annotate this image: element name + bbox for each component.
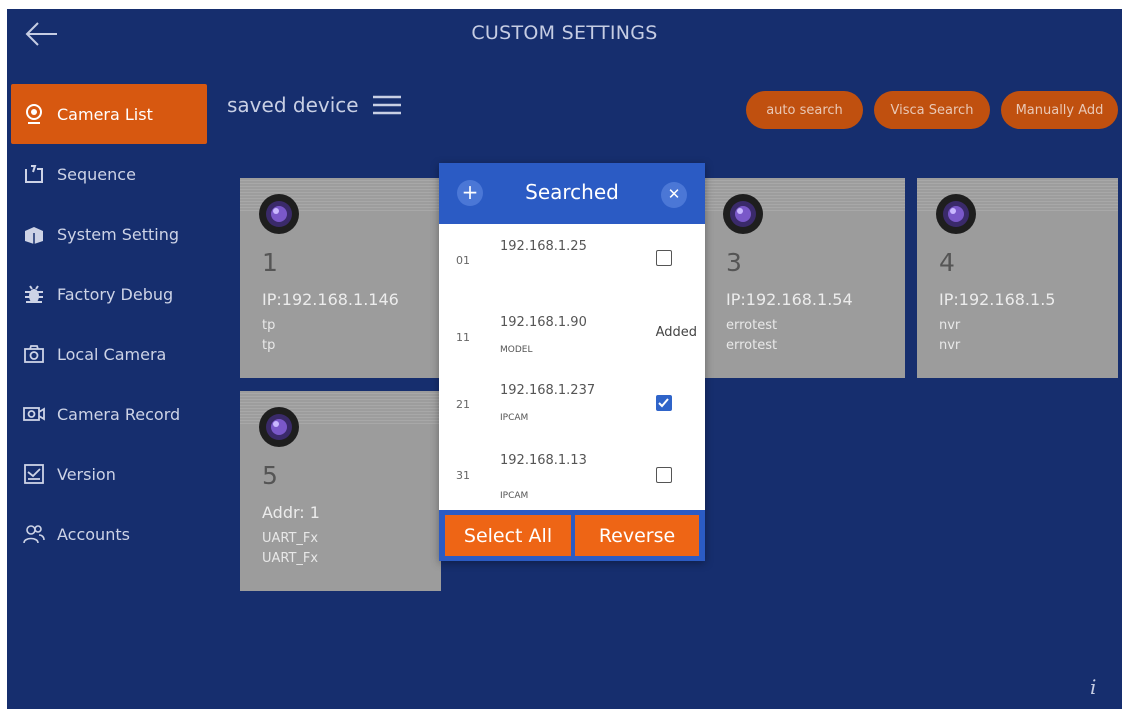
row-checkbox[interactable]: [656, 467, 672, 483]
row-model: IPCAM: [500, 413, 529, 423]
sidebar-item-sequence[interactable]: Sequence: [11, 144, 207, 204]
row-index: 01: [456, 254, 470, 267]
list-item[interactable]: 31 192.168.1.13 IPCAM: [439, 439, 705, 509]
sidebar-item-camera-record[interactable]: Camera Record: [11, 384, 207, 444]
card-address: Addr: 1: [262, 503, 320, 522]
top-bar: CUSTOM SETTINGS: [7, 9, 1122, 59]
manually-add-button[interactable]: Manually Add: [1001, 91, 1118, 129]
camera-card[interactable]: 1 IP:192.168.1.146 tp tp: [240, 178, 441, 378]
check-icon: [658, 398, 669, 408]
camera-lens-icon: [259, 194, 299, 234]
camera-lens-icon: [936, 194, 976, 234]
searched-dialog: + Searched ✕ 01 192.168.1.25 11 192.168.…: [439, 163, 705, 561]
row-checkbox[interactable]: [656, 395, 672, 411]
card-number: 4: [939, 248, 955, 277]
list-item[interactable]: 21 192.168.1.237 IPCAM: [439, 369, 705, 439]
reverse-button[interactable]: Reverse: [575, 515, 699, 556]
card-line-1: UART_Fx: [262, 531, 319, 546]
card-ip: IP:192.168.1.5: [939, 290, 1056, 309]
card-line-2: UART_Fx: [262, 551, 319, 566]
sidebar-item-label: Local Camera: [57, 344, 167, 364]
visca-search-button[interactable]: Visca Search: [874, 91, 990, 129]
card-number: 1: [262, 248, 278, 277]
row-ip: 192.168.1.13: [500, 453, 587, 468]
card-line-2: tp: [262, 338, 276, 353]
select-all-button[interactable]: Select All: [445, 515, 571, 556]
record-icon: [23, 403, 45, 425]
sidebar-item-version[interactable]: Version: [11, 444, 207, 504]
sidebar-item-system-setting[interactable]: System Setting: [11, 204, 207, 264]
row-ip: 192.168.1.237: [500, 383, 596, 398]
row-index: 21: [456, 398, 470, 411]
dialog-header: + Searched ✕: [439, 163, 705, 224]
camera-card[interactable]: 5 Addr: 1 UART_Fx UART_Fx: [240, 391, 441, 591]
card-ip: IP:192.168.1.54: [726, 290, 853, 309]
camera-lens-icon: [723, 194, 763, 234]
menu-icon[interactable]: [371, 94, 403, 116]
card-ip: IP:192.168.1.146: [262, 290, 399, 309]
app-screen: CUSTOM SETTINGS Camera List Sequence Sys…: [7, 9, 1122, 709]
sequence-icon: [23, 163, 45, 185]
saved-device-header: saved device: [227, 93, 403, 117]
row-index: 31: [456, 469, 470, 482]
search-result-list: 01 192.168.1.25 11 192.168.1.90 MODEL Ad…: [439, 224, 705, 510]
sidebar: Camera List Sequence System Setting Fact…: [11, 84, 207, 564]
sidebar-item-factory-debug[interactable]: Factory Debug: [11, 264, 207, 324]
row-checkbox[interactable]: [656, 250, 672, 266]
info-icon[interactable]: i: [1090, 675, 1114, 699]
card-line-1: tp: [262, 318, 276, 333]
row-status: Added: [655, 325, 697, 340]
sidebar-item-camera-list[interactable]: Camera List: [11, 84, 207, 144]
webcam-icon: [23, 103, 45, 125]
row-model: MODEL: [500, 345, 533, 355]
card-line-1: nvr: [939, 318, 961, 333]
close-icon[interactable]: ✕: [661, 182, 687, 208]
row-ip: 192.168.1.25: [500, 239, 587, 254]
row-ip: 192.168.1.90: [500, 315, 587, 330]
card-line-2: errotest: [726, 338, 778, 353]
page-title: CUSTOM SETTINGS: [471, 22, 658, 44]
sidebar-item-label: Accounts: [57, 524, 130, 544]
sidebar-item-local-camera[interactable]: Local Camera: [11, 324, 207, 384]
sidebar-item-accounts[interactable]: Accounts: [11, 504, 207, 564]
users-icon: [23, 523, 45, 545]
camera-card[interactable]: 4 IP:192.168.1.5 nvr nvr: [917, 178, 1118, 378]
card-line-2: nvr: [939, 338, 961, 353]
list-item[interactable]: 11 192.168.1.90 MODEL Added: [439, 301, 705, 371]
card-line-1: errotest: [726, 318, 778, 333]
camera-lens-icon: [259, 407, 299, 447]
version-icon: [23, 463, 45, 485]
dialog-footer: Select All Reverse: [439, 510, 705, 561]
camera-icon: [23, 343, 45, 365]
sidebar-item-label: Sequence: [57, 164, 136, 184]
row-model: IPCAM: [500, 491, 529, 501]
row-index: 11: [456, 331, 470, 344]
sidebar-item-label: System Setting: [57, 224, 180, 244]
card-number: 5: [262, 461, 278, 490]
sidebar-item-label: Camera Record: [57, 404, 181, 424]
sidebar-item-label: Factory Debug: [57, 284, 174, 304]
sidebar-item-label: Version: [57, 464, 116, 484]
list-item[interactable]: 01 192.168.1.25: [439, 224, 705, 294]
saved-device-label: saved device: [227, 93, 359, 117]
auto-search-button[interactable]: auto search: [746, 91, 863, 129]
camera-card[interactable]: 3 IP:192.168.1.54 errotest errotest: [704, 178, 905, 378]
card-number: 3: [726, 248, 742, 277]
box-icon: [23, 223, 45, 245]
sidebar-item-label: Camera List: [57, 104, 153, 124]
bug-icon: [23, 283, 45, 305]
